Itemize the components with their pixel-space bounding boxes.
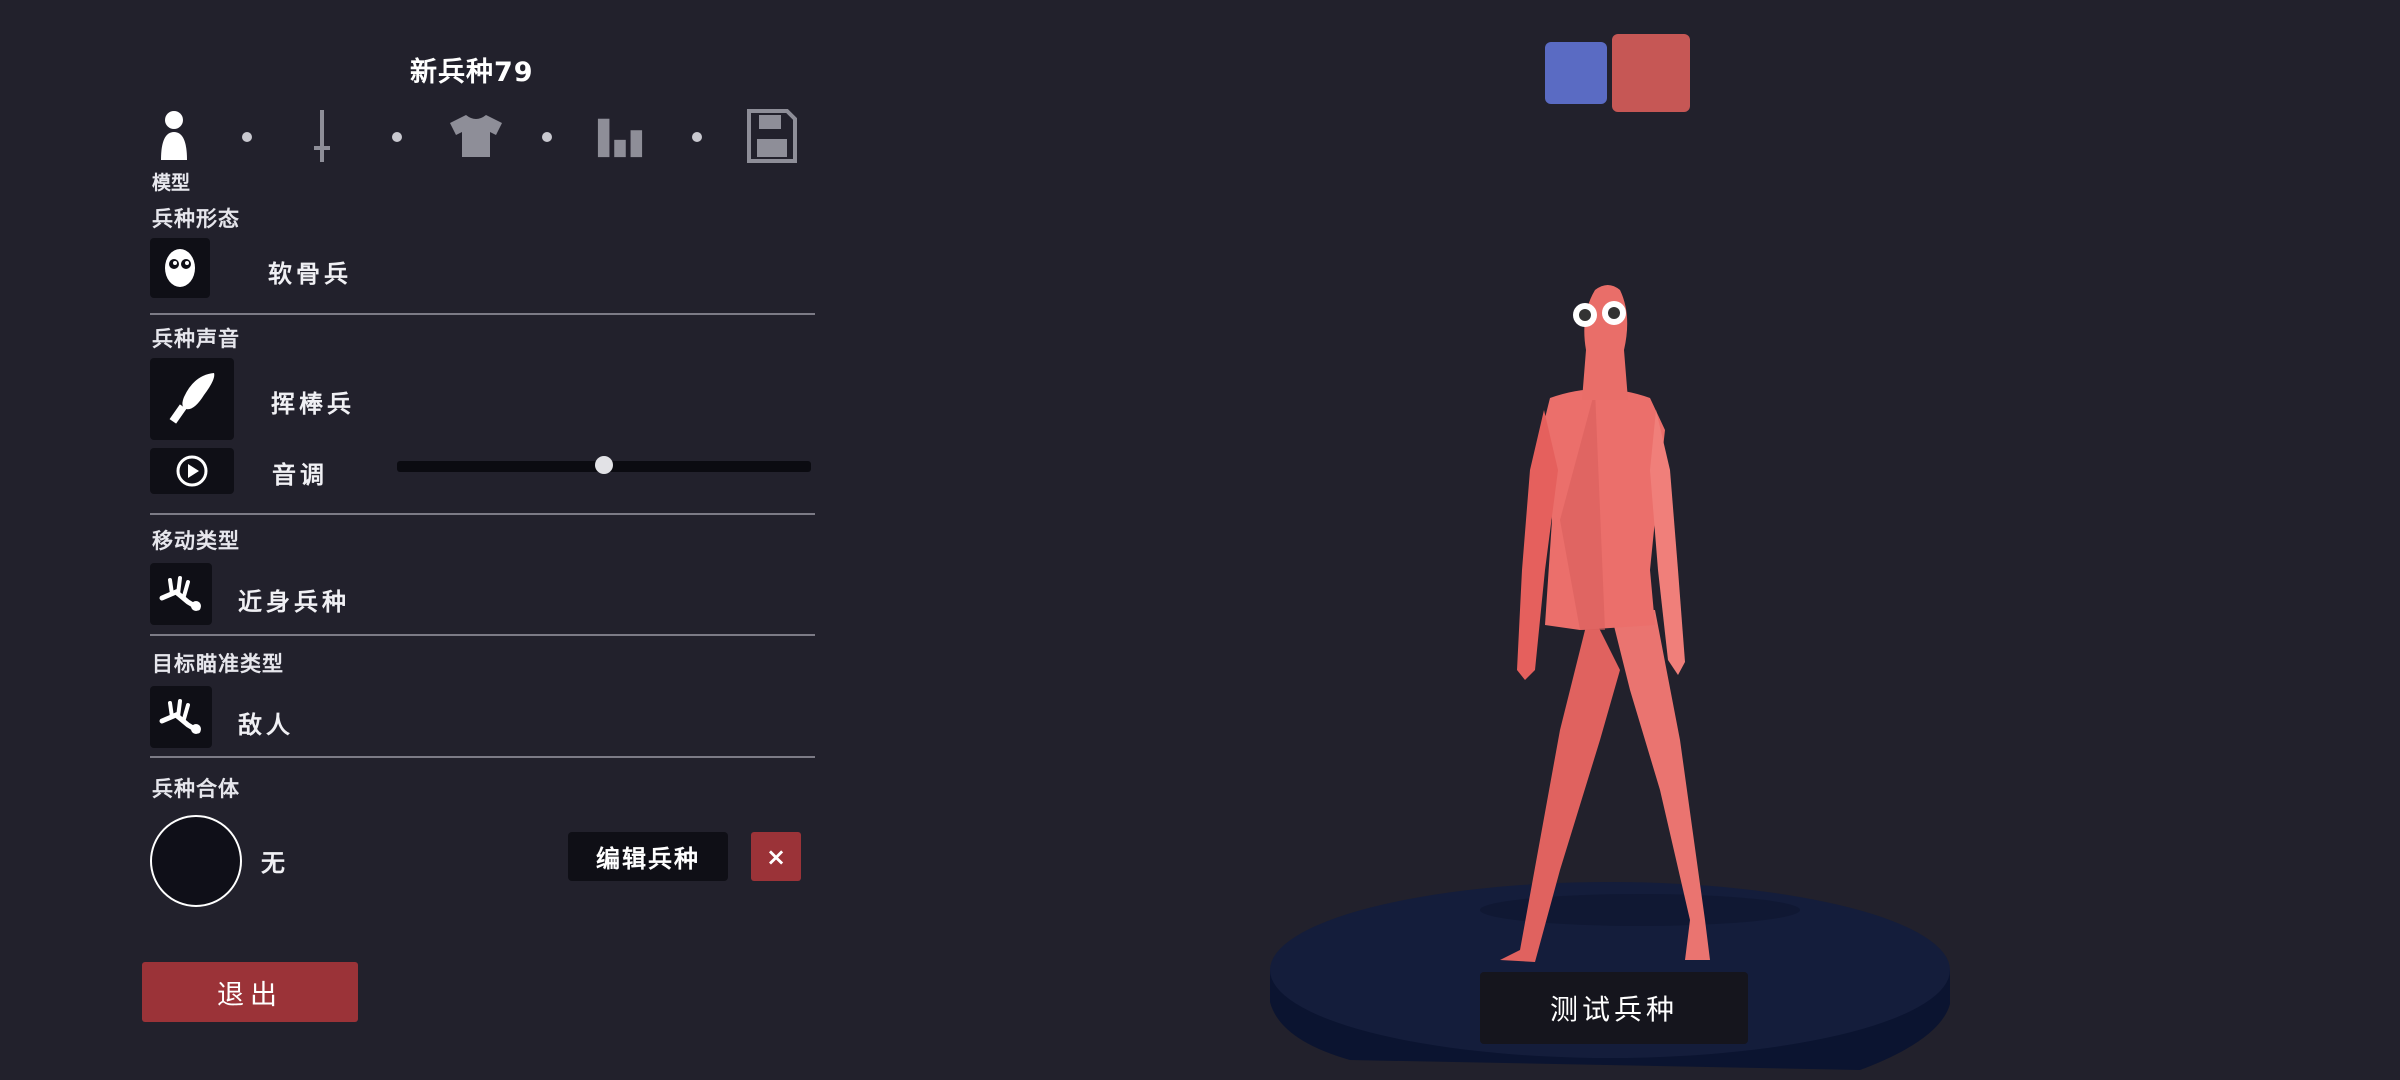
edit-unit-button[interactable]: 编辑兵种 xyxy=(568,832,728,881)
googly-face-icon xyxy=(165,249,195,287)
bar-chart-icon xyxy=(597,118,643,158)
mount-value: 无 xyxy=(261,849,289,877)
tab-separator-dot xyxy=(242,132,252,142)
tab-separator-dot xyxy=(692,132,702,142)
team-color-blue[interactable] xyxy=(1545,42,1607,104)
section-divider xyxy=(150,756,815,758)
play-circle-icon xyxy=(176,455,208,487)
section-divider xyxy=(150,634,815,636)
tab-clothing[interactable] xyxy=(446,108,506,164)
movement-icon-button[interactable] xyxy=(150,563,212,625)
movement-section-label: 移动类型 xyxy=(152,529,240,553)
unit-name-title: 新兵种79 xyxy=(410,57,534,88)
voice-section-label: 兵种声音 xyxy=(152,327,240,351)
tab-weapons[interactable] xyxy=(298,108,346,164)
pitch-slider-handle[interactable] xyxy=(595,456,613,474)
movement-value[interactable]: 近身兵种 xyxy=(238,582,350,617)
tab-stats[interactable] xyxy=(596,108,644,164)
form-value[interactable]: 软骨兵 xyxy=(268,254,352,289)
target-enemy-icon xyxy=(159,699,201,734)
melee-unit-icon xyxy=(159,576,201,611)
team-color-red[interactable] xyxy=(1612,34,1690,112)
tab-label-model: 模型 xyxy=(152,172,191,194)
pitch-label: 音调 xyxy=(272,461,328,489)
voice-value[interactable]: 挥棒兵 xyxy=(271,384,355,419)
form-icon-button[interactable] xyxy=(150,238,210,298)
exit-button[interactable]: 退出 xyxy=(142,962,358,1022)
unit-model xyxy=(1500,285,1710,962)
tab-model[interactable] xyxy=(150,108,198,164)
targeting-value[interactable]: 敌人 xyxy=(238,705,294,740)
drumstick-icon xyxy=(169,373,215,424)
voice-icon-button[interactable] xyxy=(150,358,234,440)
section-divider xyxy=(150,313,815,315)
unit-preview xyxy=(1270,285,1950,1070)
remove-mount-button[interactable]: × xyxy=(751,832,801,881)
mount-slot[interactable] xyxy=(150,815,242,907)
tab-save[interactable] xyxy=(746,108,798,164)
test-unit-button[interactable]: 测试兵种 xyxy=(1480,972,1748,1044)
shirt-icon xyxy=(450,115,502,157)
form-section-label: 兵种形态 xyxy=(152,207,240,231)
section-divider xyxy=(150,513,815,515)
sword-icon xyxy=(314,110,330,162)
save-icon xyxy=(747,109,797,163)
targeting-section-label: 目标瞄准类型 xyxy=(152,652,284,676)
mount-section-label: 兵种合体 xyxy=(152,777,240,801)
play-voice-button[interactable] xyxy=(150,448,234,494)
tab-separator-dot xyxy=(392,132,402,142)
person-icon xyxy=(161,111,187,160)
tab-separator-dot xyxy=(542,132,552,142)
targeting-icon-button[interactable] xyxy=(150,686,212,748)
